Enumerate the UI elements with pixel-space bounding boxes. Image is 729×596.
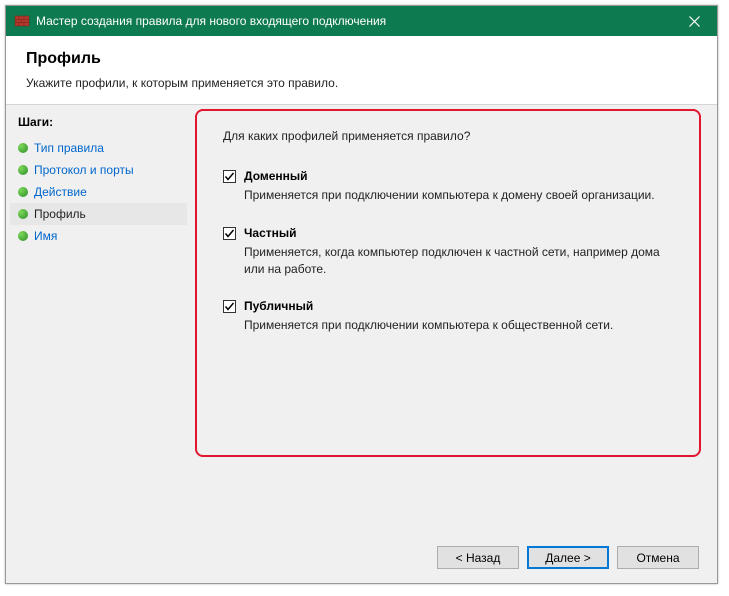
checkbox-domain[interactable]: [223, 170, 236, 183]
wizard-footer: < Назад Далее > Отмена: [6, 534, 717, 583]
check-icon: [224, 228, 235, 239]
bullet-icon: [18, 231, 28, 241]
content-area: Для каких профилей применяется правило? …: [195, 105, 701, 376]
check-icon: [224, 171, 235, 182]
checkbox-row-public: Публичный: [223, 299, 681, 313]
steps-sidebar: Шаги: Тип правила Протокол и порты Дейст…: [6, 105, 191, 534]
next-button[interactable]: Далее >: [527, 546, 609, 569]
step-label: Имя: [34, 229, 57, 243]
checkbox-public[interactable]: [223, 300, 236, 313]
check-icon: [224, 301, 235, 312]
page-subtitle: Укажите профили, к которым применяется э…: [26, 76, 697, 90]
bullet-icon: [18, 165, 28, 175]
bullet-icon: [18, 187, 28, 197]
back-button[interactable]: < Назад: [437, 546, 519, 569]
checkbox-desc-private: Применяется, когда компьютер подключен к…: [244, 244, 681, 278]
step-label: Протокол и порты: [34, 163, 134, 177]
step-label: Действие: [34, 185, 87, 199]
checkbox-label-public: Публичный: [244, 299, 313, 313]
wizard-header: Профиль Укажите профили, к которым приме…: [6, 36, 717, 105]
titlebar: Мастер создания правила для нового входя…: [6, 6, 717, 36]
step-rule-type[interactable]: Тип правила: [10, 137, 187, 159]
wizard-window: Мастер создания правила для нового входя…: [5, 5, 718, 584]
cancel-button[interactable]: Отмена: [617, 546, 699, 569]
step-profile[interactable]: Профиль: [10, 203, 187, 225]
checkbox-label-private: Частный: [244, 226, 297, 240]
step-action[interactable]: Действие: [10, 181, 187, 203]
checkbox-row-private: Частный: [223, 226, 681, 240]
firewall-icon: [14, 13, 30, 29]
close-button[interactable]: [672, 6, 717, 36]
step-name[interactable]: Имя: [10, 225, 187, 247]
page-title: Профиль: [26, 50, 697, 68]
window-title: Мастер создания правила для нового входя…: [36, 14, 672, 28]
steps-heading: Шаги:: [10, 115, 187, 137]
close-icon: [689, 16, 700, 27]
wizard-body: Шаги: Тип правила Протокол и порты Дейст…: [6, 105, 717, 534]
wizard-main: Для каких профилей применяется правило? …: [191, 105, 717, 534]
step-protocol-ports[interactable]: Протокол и порты: [10, 159, 187, 181]
step-label: Тип правила: [34, 141, 104, 155]
bullet-icon: [18, 143, 28, 153]
step-label: Профиль: [34, 207, 86, 221]
question-text: Для каких профилей применяется правило?: [223, 129, 681, 143]
bullet-icon: [18, 209, 28, 219]
checkbox-desc-domain: Применяется при подключении компьютера к…: [244, 187, 681, 204]
checkbox-row-domain: Доменный: [223, 169, 681, 183]
checkbox-private[interactable]: [223, 227, 236, 240]
checkbox-label-domain: Доменный: [244, 169, 308, 183]
checkbox-desc-public: Применяется при подключении компьютера к…: [244, 317, 681, 334]
